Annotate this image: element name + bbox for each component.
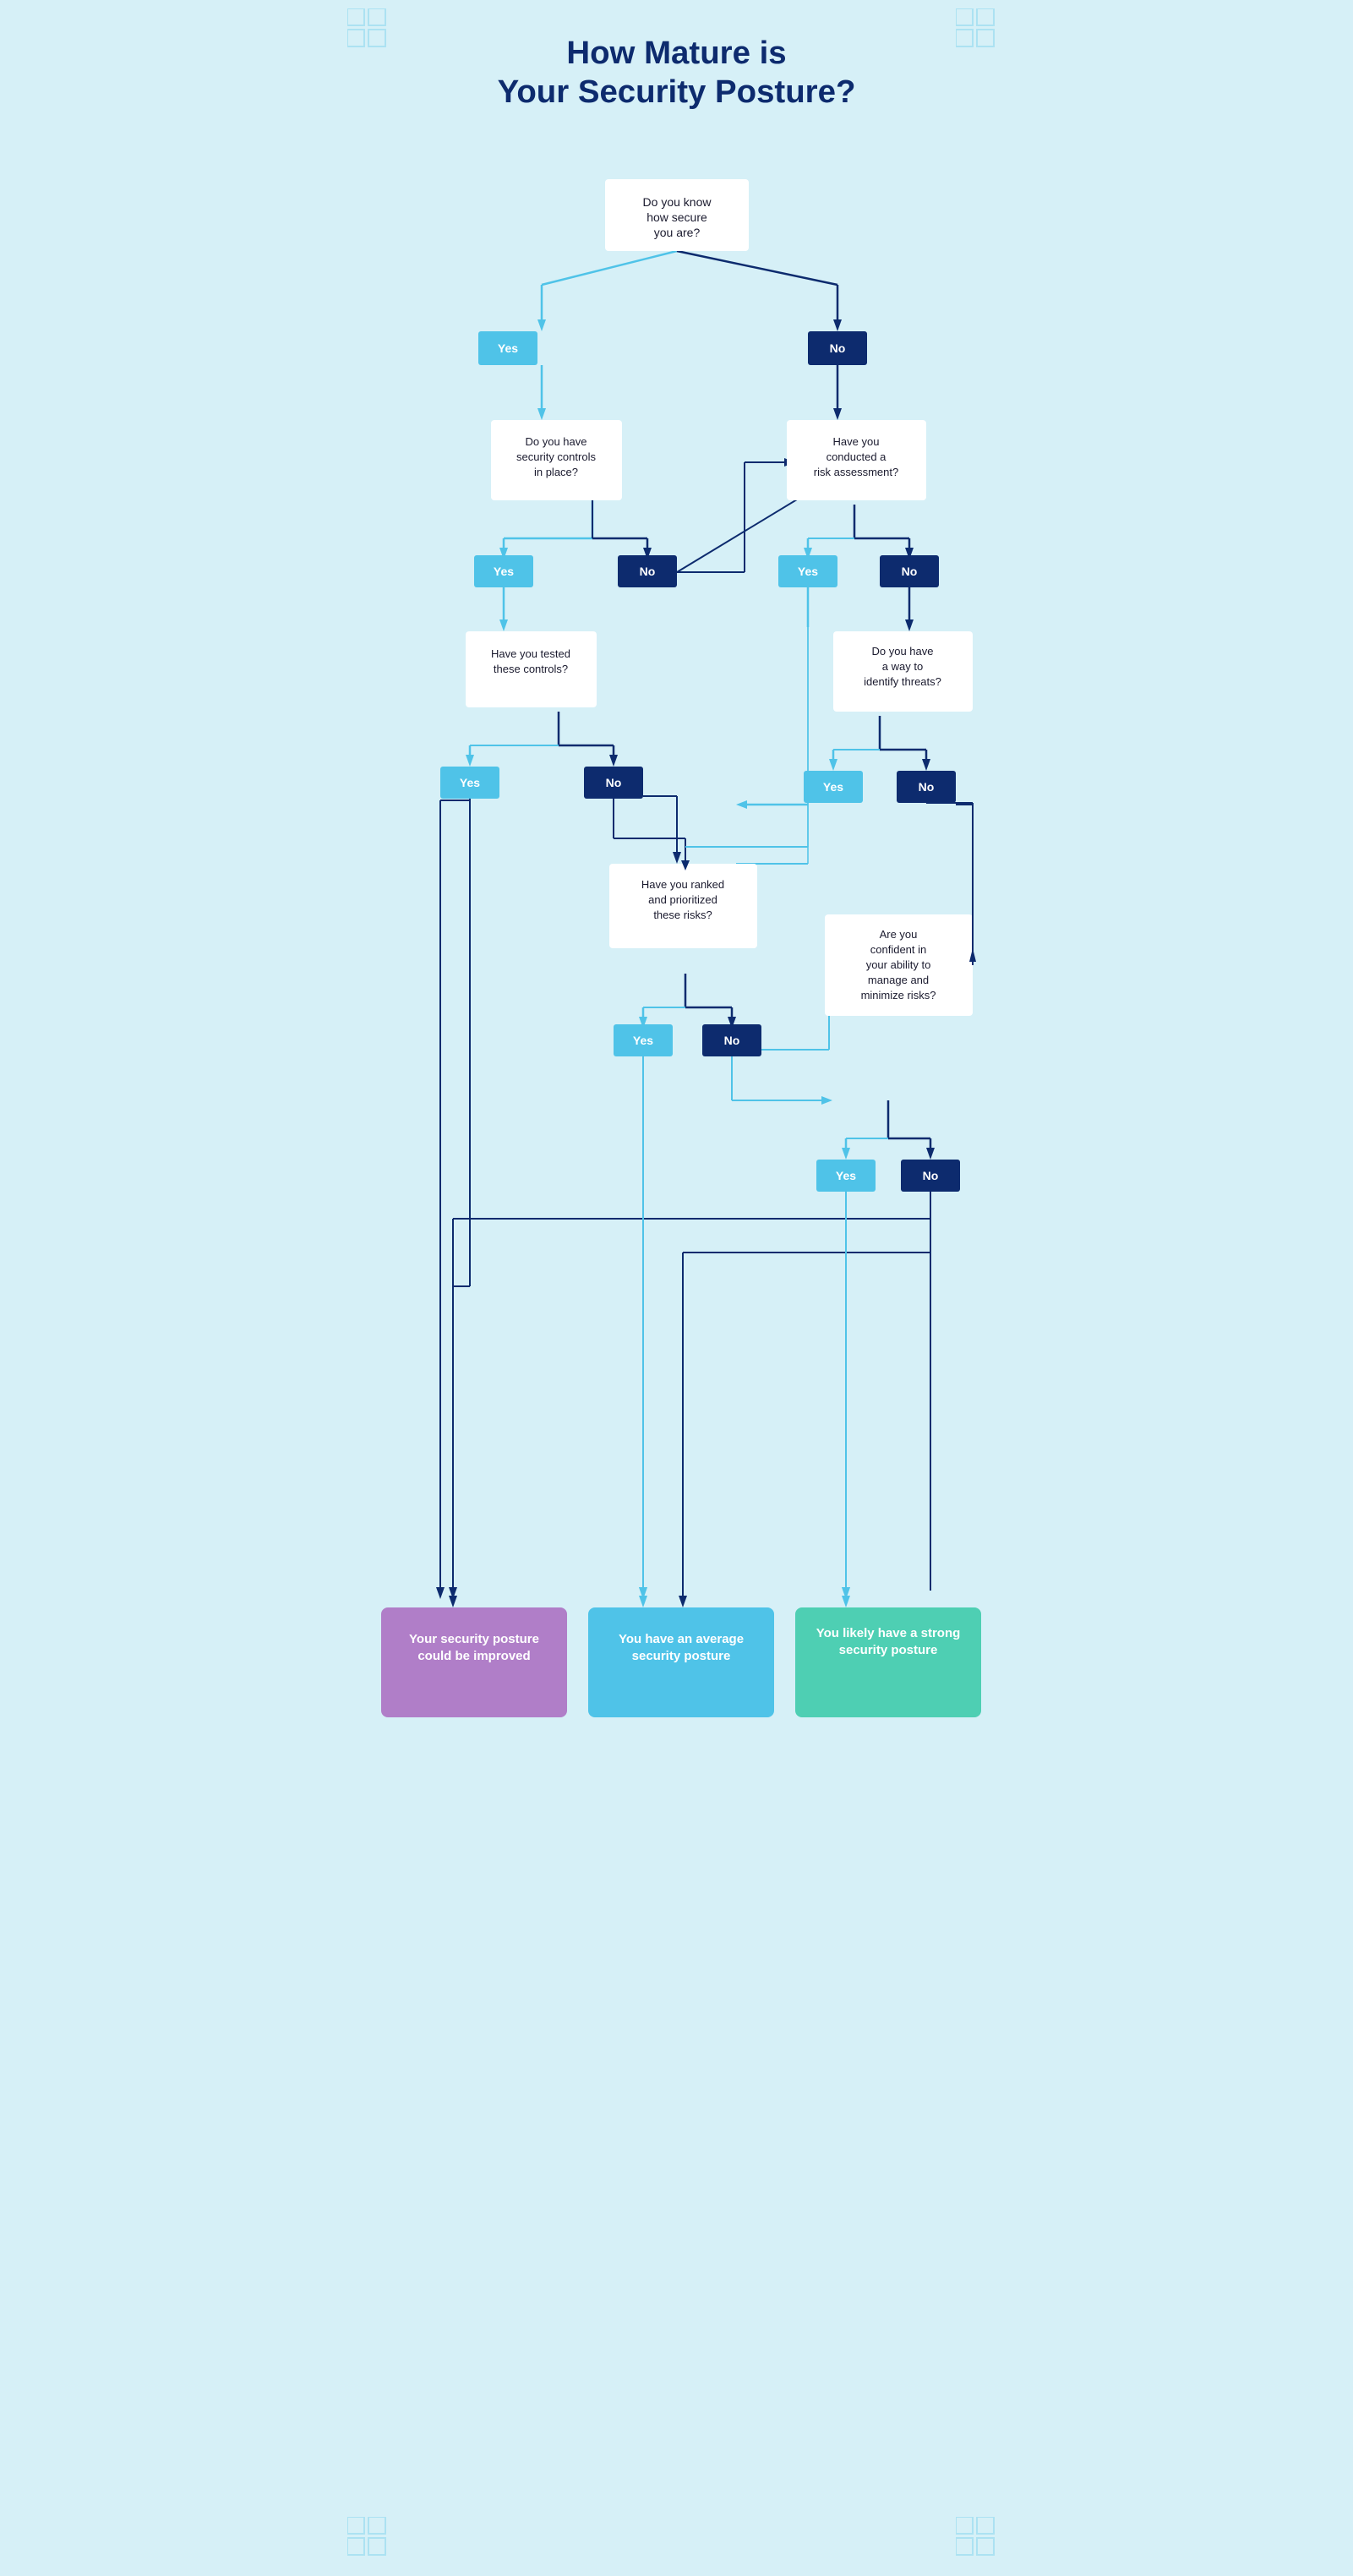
svg-text:you are?: you are? <box>653 226 700 239</box>
svg-text:No[interactable]: No <box>723 1034 739 1047</box>
svg-text:No[interactable]: No <box>901 565 917 578</box>
svg-text:Your security posture: Your security posture <box>409 1632 539 1646</box>
q1-yes-label[interactable]: Yes <box>497 341 517 355</box>
page-container: How Mature is Your Security Posture? <box>339 0 1015 2576</box>
svg-text:You have an average: You have an average <box>618 1632 743 1646</box>
svg-text:Are you: Are you <box>879 928 917 941</box>
deco-topright <box>956 8 1007 59</box>
svg-text:these controls?: these controls? <box>493 663 567 675</box>
svg-text:security controls: security controls <box>516 450 596 463</box>
svg-text:conducted a: conducted a <box>826 450 887 463</box>
svg-text:identify threats?: identify threats? <box>864 675 941 688</box>
svg-text:No[interactable]: No <box>639 565 655 578</box>
outcome-strong-box <box>795 1607 981 1717</box>
svg-text:security posture: security posture <box>838 1643 937 1657</box>
deco-bottomright <box>956 2517 1007 2568</box>
svg-text:a way to: a way to <box>881 660 922 673</box>
svg-text:Have you: Have you <box>832 435 879 448</box>
svg-text:No[interactable]: No <box>922 1169 938 1182</box>
svg-text:minimize risks?: minimize risks? <box>860 989 936 1001</box>
q1-no-label[interactable]: No <box>829 341 845 355</box>
svg-text:these risks?: these risks? <box>653 909 712 921</box>
svg-text:and prioritized: and prioritized <box>648 893 717 906</box>
svg-text:Do you have: Do you have <box>871 645 933 658</box>
svg-text:No[interactable]: No <box>918 780 934 794</box>
svg-text:security posture: security posture <box>631 1649 730 1663</box>
svg-text:in place?: in place? <box>533 466 577 478</box>
svg-text:Yes[interactable]: Yes <box>822 780 843 794</box>
page-title: How Mature is Your Security Posture? <box>356 34 998 112</box>
svg-text:Have you tested: Have you tested <box>491 647 570 660</box>
svg-text:No[interactable]: No <box>605 776 621 789</box>
svg-text:Yes[interactable]: Yes <box>459 776 479 789</box>
svg-text:how secure: how secure <box>646 210 707 224</box>
svg-text:Do you have: Do you have <box>525 435 586 448</box>
deco-bottomleft <box>347 2517 398 2568</box>
svg-text:Yes[interactable]: Yes <box>797 565 817 578</box>
svg-text:Yes[interactable]: Yes <box>835 1169 855 1182</box>
svg-text:confident in: confident in <box>870 943 926 956</box>
svg-text:risk assessment?: risk assessment? <box>813 466 897 478</box>
svg-text:You likely have a strong: You likely have a strong <box>816 1626 960 1640</box>
flowchart: Do you know how secure you are? Yes No D… <box>356 154 998 1760</box>
svg-text:could be improved: could be improved <box>417 1649 530 1663</box>
svg-text:Yes[interactable]: Yes <box>632 1034 652 1047</box>
svg-text:your ability to: your ability to <box>865 958 930 971</box>
svg-text:manage and: manage and <box>867 974 928 986</box>
deco-topleft <box>347 8 398 59</box>
svg-text:Yes[interactable]: Yes <box>493 565 513 578</box>
q1-text: Do you know <box>642 195 712 209</box>
svg-text:Have you ranked: Have you ranked <box>641 878 723 891</box>
q6-box <box>609 864 757 948</box>
